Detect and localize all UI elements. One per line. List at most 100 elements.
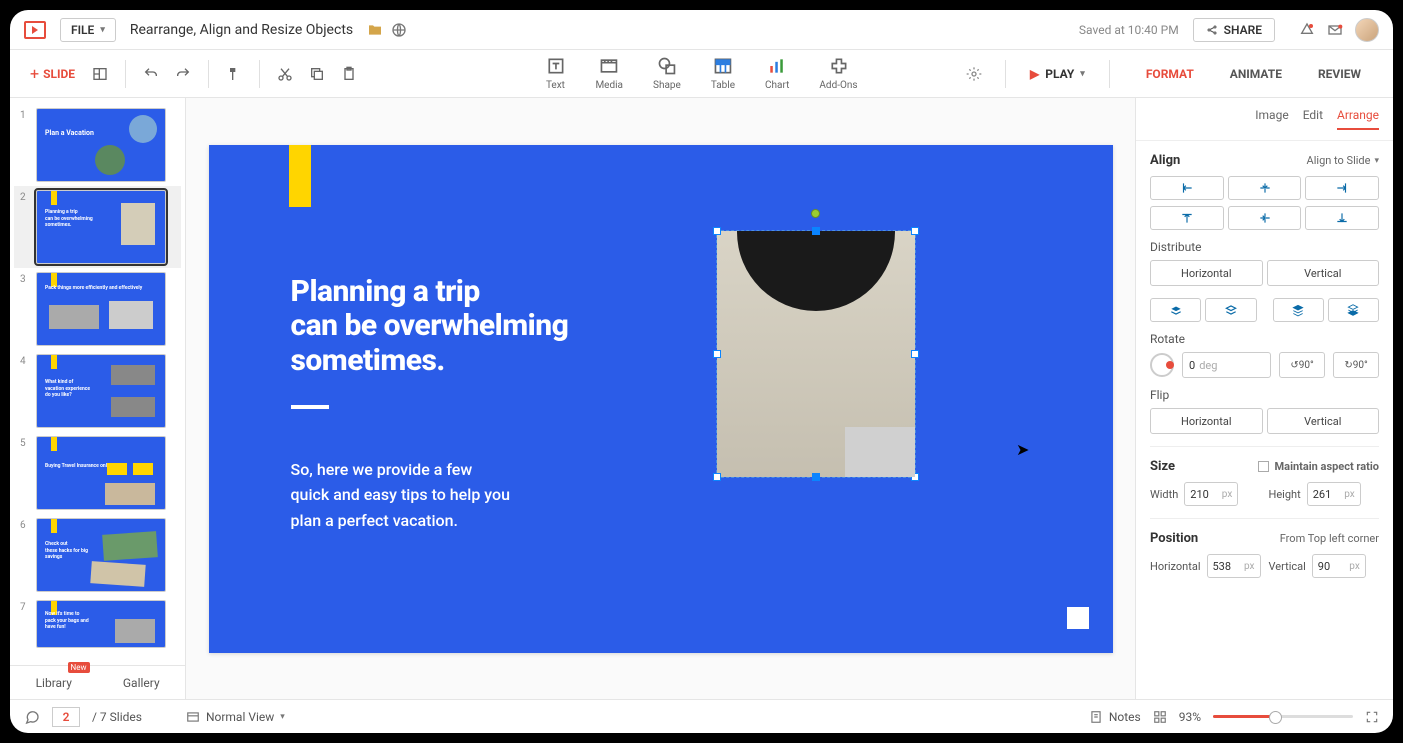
align-middle-v-button[interactable] (1228, 206, 1302, 230)
view-mode-dropdown[interactable]: Normal View ▾ (186, 710, 285, 724)
insert-media[interactable]: Media (595, 56, 623, 91)
tab-library[interactable]: LibraryNew (10, 666, 98, 699)
rotate-handle[interactable] (811, 209, 820, 218)
play-label: PLAY (1045, 67, 1074, 81)
slide-panel: 1Plan a Vacation 2Planning a tripcan be … (10, 98, 186, 699)
comments-icon[interactable] (24, 709, 40, 725)
bring-to-front-button[interactable] (1273, 298, 1324, 322)
user-avatar[interactable] (1355, 18, 1379, 42)
height-input[interactable]: 261px (1307, 482, 1361, 506)
pos-h-label: Horizontal (1150, 560, 1201, 573)
align-bottom-button[interactable] (1305, 206, 1379, 230)
resize-handle-bl[interactable] (713, 473, 721, 481)
slide-body[interactable]: So, here we provide a few quick and easy… (291, 457, 510, 534)
copy-button[interactable] (304, 61, 330, 87)
resize-handle-l[interactable] (713, 350, 721, 358)
zoom-value: 93% (1179, 710, 1201, 724)
panel-tab-arrange[interactable]: Arrange (1337, 108, 1379, 130)
pos-v-input[interactable]: 90px (1312, 554, 1366, 578)
distribute-v-button[interactable]: Vertical (1267, 260, 1380, 286)
undo-button[interactable] (138, 61, 164, 87)
resize-handle-t[interactable] (812, 227, 820, 235)
slide-number-placeholder (1067, 607, 1089, 629)
insert-addons[interactable]: Add-Ons (819, 56, 857, 91)
layout-button[interactable] (87, 61, 113, 87)
slide[interactable]: Planning a trip can be overwhelming some… (209, 145, 1113, 653)
fullscreen-icon[interactable] (1365, 710, 1379, 724)
panel-tab-edit[interactable]: Edit (1303, 108, 1323, 130)
bring-forward-button[interactable] (1150, 298, 1201, 322)
notes-button[interactable]: Notes (1089, 710, 1141, 724)
insert-text[interactable]: Text (545, 56, 565, 91)
folder-icon[interactable] (367, 22, 383, 38)
paste-button[interactable] (336, 61, 362, 87)
cut-button[interactable] (272, 61, 298, 87)
resize-handle-br[interactable] (911, 473, 919, 481)
align-right-button[interactable] (1305, 176, 1379, 200)
insert-chart[interactable]: Chart (765, 56, 789, 91)
new-slide-button[interactable]: + SLIDE (24, 60, 81, 87)
tab-review[interactable]: REVIEW (1300, 50, 1379, 98)
current-slide-input[interactable]: 2 (52, 707, 80, 727)
app-logo-icon (24, 21, 46, 39)
selected-image[interactable] (717, 231, 915, 477)
chevron-down-icon: ▾ (280, 712, 285, 722)
flip-h-button[interactable]: Horizontal (1150, 408, 1263, 434)
format-painter-button[interactable] (221, 61, 247, 87)
canvas[interactable]: Planning a trip can be overwhelming some… (186, 98, 1135, 699)
panel-tab-image[interactable]: Image (1255, 108, 1288, 130)
pos-h-input[interactable]: 538px (1207, 554, 1261, 578)
tab-animate[interactable]: ANIMATE (1212, 50, 1300, 98)
thumb-4[interactable]: 4What kind ofvacation experiencedo you l… (14, 350, 181, 432)
grid-view-icon[interactable] (1153, 710, 1167, 724)
width-input[interactable]: 210px (1184, 482, 1238, 506)
slide-divider (291, 405, 329, 409)
align-top-button[interactable] (1150, 206, 1224, 230)
distribute-h-button[interactable]: Horizontal (1150, 260, 1263, 286)
rotate-90-ccw[interactable]: ↺90° (1279, 352, 1325, 378)
zoom-slider[interactable] (1213, 715, 1353, 718)
thumb-7[interactable]: 7Now it's time topack your bags andhave … (14, 596, 181, 652)
resize-handle-tl[interactable] (713, 227, 721, 235)
align-to-dropdown[interactable]: Align to Slide ▾ (1307, 154, 1379, 167)
position-from: From Top left corner (1280, 532, 1379, 545)
document-title[interactable]: Rearrange, Align and Resize Objects (130, 22, 353, 38)
resize-handle-tr[interactable] (911, 227, 919, 235)
send-backward-button[interactable] (1205, 298, 1256, 322)
thumb-3[interactable]: 3Pack things more efficiently and effect… (14, 268, 181, 350)
rotate-dial[interactable] (1150, 353, 1174, 377)
thumb-list[interactable]: 1Plan a Vacation 2Planning a tripcan be … (10, 98, 185, 665)
top-right-icons (1299, 18, 1379, 42)
file-menu[interactable]: FILE ▾ (60, 18, 116, 42)
thumb-6[interactable]: 6Check outthese hacks for bigsavings (14, 514, 181, 596)
insert-shape[interactable]: Shape (653, 56, 681, 91)
height-label: Height (1269, 488, 1301, 501)
bell-icon[interactable] (1299, 22, 1315, 38)
position-heading: Position (1150, 531, 1198, 546)
tab-format[interactable]: FORMAT (1128, 50, 1212, 98)
mail-icon[interactable] (1327, 22, 1343, 38)
redo-button[interactable] (170, 61, 196, 87)
align-left-button[interactable] (1150, 176, 1224, 200)
insert-table[interactable]: Table (711, 56, 735, 91)
thumb-1[interactable]: 1Plan a Vacation (14, 104, 181, 186)
send-to-back-button[interactable] (1328, 298, 1379, 322)
rotate-input[interactable]: 0deg (1182, 352, 1271, 378)
share-button[interactable]: SHARE (1193, 18, 1275, 42)
align-center-h-button[interactable] (1228, 176, 1302, 200)
resize-handle-r[interactable] (911, 350, 919, 358)
globe-icon[interactable] (391, 22, 407, 38)
distribute-heading: Distribute (1150, 240, 1379, 254)
gear-button[interactable] (961, 61, 987, 87)
thumb-5[interactable]: 5Buying Travel Insurance online (14, 432, 181, 514)
tab-gallery[interactable]: Gallery (98, 666, 186, 699)
flip-v-button[interactable]: Vertical (1267, 408, 1380, 434)
maintain-aspect-checkbox[interactable]: Maintain aspect ratio (1258, 460, 1379, 473)
resize-handle-b[interactable] (812, 473, 820, 481)
toolbar-right: ▶ PLAY ▾ FORMAT ANIMATE REVIEW (961, 50, 1379, 98)
panel-tabs: Image Edit Arrange (1136, 98, 1393, 141)
slide-title[interactable]: Planning a trip can be overwhelming some… (291, 275, 569, 379)
thumb-2[interactable]: 2Planning a tripcan be overwhelmingsomet… (14, 186, 181, 268)
play-button[interactable]: ▶ PLAY ▾ (1024, 63, 1091, 85)
rotate-90-cw[interactable]: ↻90° (1333, 352, 1379, 378)
